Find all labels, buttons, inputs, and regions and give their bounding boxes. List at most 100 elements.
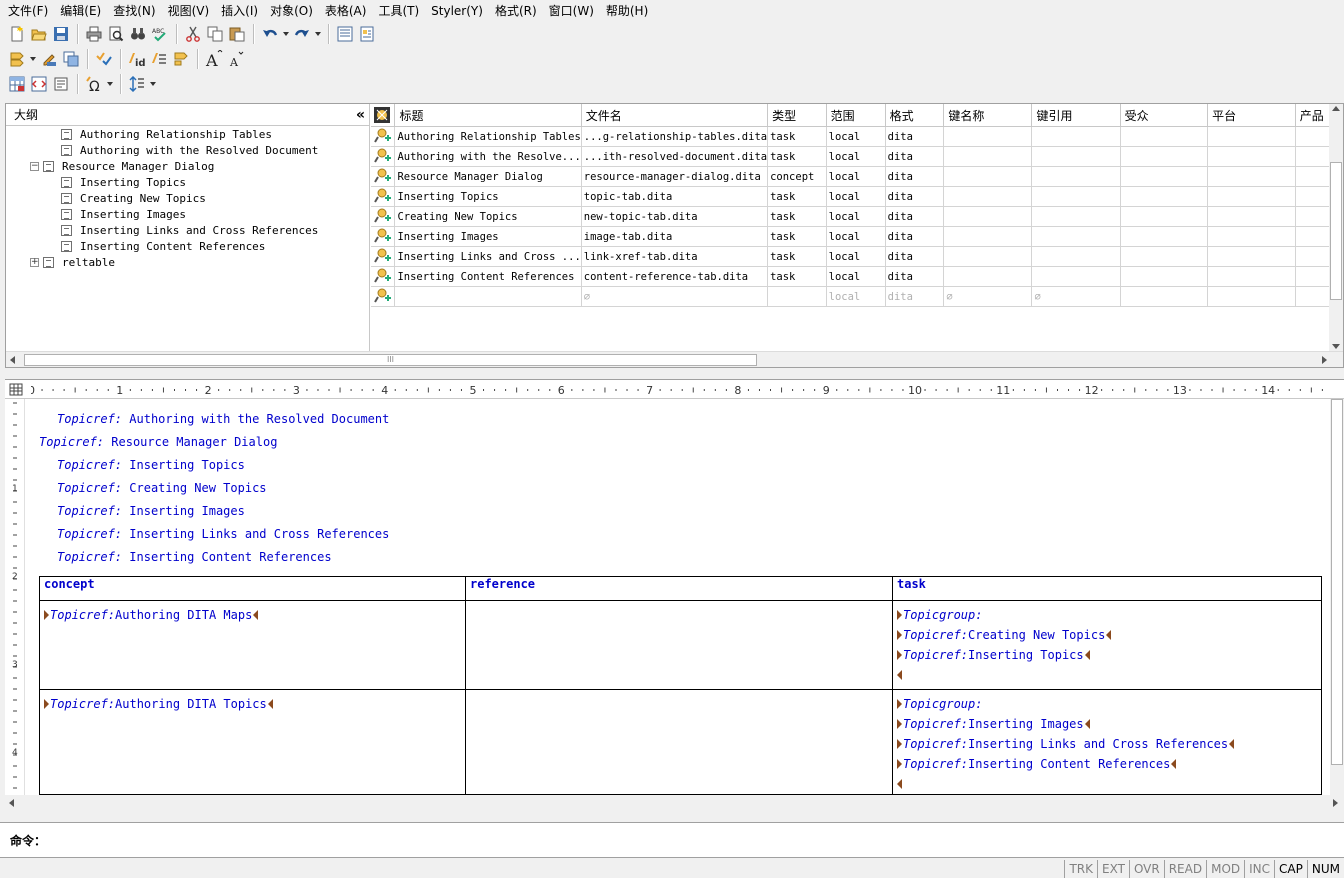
- reltable-entry[interactable]: Topicref: Inserting Images: [897, 714, 1321, 734]
- grid-cell[interactable]: Inserting Images: [394, 226, 582, 247]
- paste-icon[interactable]: [226, 23, 248, 45]
- copy-icon[interactable]: [204, 23, 226, 45]
- menu-object[interactable]: 对象(O): [264, 0, 319, 22]
- grid-cell[interactable]: [1120, 286, 1209, 307]
- grid-column-header[interactable]: 键名称: [943, 104, 1033, 127]
- reltable-entry[interactable]: Topicref: Inserting Links and Cross Refe…: [897, 734, 1321, 754]
- menu-styler[interactable]: Styler(Y): [425, 0, 489, 22]
- attributes-icon[interactable]: [148, 48, 170, 70]
- menu-help[interactable]: 帮助(H): [600, 0, 654, 22]
- grid-cell[interactable]: [1031, 166, 1121, 187]
- insert-topicref-icon[interactable]: [6, 48, 28, 70]
- document-vertical-scrollbar[interactable]: [1330, 399, 1344, 795]
- grid-row[interactable]: Inserting Images image-tab.dita task local d…: [371, 226, 1343, 247]
- insert-topicref-dropdown[interactable]: [28, 48, 38, 70]
- grid-cell[interactable]: dita: [885, 266, 945, 287]
- outline-item[interactable]: − Resource Manager Dialog: [30, 158, 214, 174]
- grid-cell[interactable]: dita: [885, 226, 945, 247]
- menu-edit[interactable]: 编辑(E): [54, 0, 107, 22]
- grid-cell[interactable]: ∅: [943, 286, 1033, 307]
- cut-icon[interactable]: [182, 23, 204, 45]
- grid-cell[interactable]: Resource Manager Dialog: [394, 166, 582, 187]
- grid-cell[interactable]: [1120, 186, 1209, 207]
- grid-cell[interactable]: [1120, 226, 1209, 247]
- topic-search-icon[interactable]: [371, 286, 396, 307]
- command-input[interactable]: [50, 830, 1344, 850]
- reltable-cell-task[interactable]: Topicgroup: Topicref: Inserting Images Top…: [892, 689, 1322, 795]
- grid-cell[interactable]: [943, 266, 1033, 287]
- expand-icon[interactable]: +: [30, 257, 39, 267]
- reltable-cell-task[interactable]: Topicgroup: Topicref: Creating New Topics…: [892, 600, 1322, 690]
- grid-cell[interactable]: [1207, 186, 1296, 207]
- grid-cell[interactable]: [1120, 166, 1209, 187]
- grid-cell[interactable]: Inserting Links and Cross ...: [394, 246, 582, 267]
- grid-cell[interactable]: task: [767, 266, 827, 287]
- menu-window[interactable]: 窗口(W): [543, 0, 600, 22]
- grid-cell[interactable]: topic-tab.dita: [581, 186, 769, 207]
- topicref-line[interactable]: Topicref: Creating New Topics: [57, 481, 267, 495]
- reltable-header-concept[interactable]: concept: [39, 576, 466, 601]
- grid-cell[interactable]: [394, 286, 582, 307]
- grid-cell[interactable]: link-xref-tab.dita: [581, 246, 769, 267]
- topicref-line[interactable]: Topicref: Resource Manager Dialog: [39, 435, 277, 449]
- grid-cell[interactable]: [1207, 166, 1296, 187]
- spell-check-icon[interactable]: ABC: [149, 23, 171, 45]
- reltable-header-reference[interactable]: reference: [465, 576, 893, 601]
- grid-cell[interactable]: [767, 286, 827, 307]
- outline-item[interactable]: Authoring with the Resolved Document: [61, 142, 318, 158]
- insert-xml-icon[interactable]: [28, 73, 50, 95]
- grid-cell[interactable]: local: [826, 246, 886, 267]
- grid-cell[interactable]: [1207, 146, 1296, 167]
- topic-search-icon[interactable]: [371, 206, 396, 227]
- grid-cell[interactable]: [1207, 126, 1296, 147]
- menu-table[interactable]: 表格(A): [319, 0, 373, 22]
- grid-row[interactable]: Authoring Relationship Tables ...g-relati…: [371, 126, 1343, 147]
- grid-cell[interactable]: [1031, 246, 1121, 267]
- redo-icon[interactable]: [291, 23, 313, 45]
- outline-item[interactable]: Inserting Links and Cross References: [61, 222, 318, 238]
- grid-row[interactable]: Authoring with the Resolve... ...ith-reso…: [371, 146, 1343, 167]
- grid-cell[interactable]: task: [767, 126, 827, 147]
- print-icon[interactable]: [83, 23, 105, 45]
- menu-tools[interactable]: 工具(T): [372, 0, 425, 22]
- redo-dropdown[interactable]: [313, 23, 323, 45]
- reltable-entry[interactable]: Topicref: Authoring DITA Topics: [44, 694, 465, 714]
- reltable-cell-concept[interactable]: Topicref: Authoring DITA Topics: [39, 689, 466, 795]
- grid-cell[interactable]: [1031, 146, 1121, 167]
- grid-cell[interactable]: dita: [885, 126, 945, 147]
- grid-cell[interactable]: local: [826, 146, 886, 167]
- grid-cell[interactable]: [1031, 206, 1121, 227]
- scroll-right-arrow[interactable]: [1333, 799, 1338, 807]
- topicref-line[interactable]: Topicref: Inserting Images: [57, 504, 245, 518]
- topic-search-icon[interactable]: [371, 266, 396, 287]
- grid-column-header[interactable]: 文件名: [581, 104, 769, 127]
- grid-cell[interactable]: [943, 246, 1033, 267]
- id-icon[interactable]: id: [126, 48, 148, 70]
- outline-item[interactable]: Inserting Images: [61, 206, 186, 222]
- outline-item[interactable]: Creating New Topics: [61, 190, 206, 206]
- scroll-right-arrow[interactable]: [1322, 356, 1327, 364]
- grid-cell[interactable]: [943, 226, 1033, 247]
- grid-cell[interactable]: [1031, 126, 1121, 147]
- menu-insert[interactable]: 插入(I): [215, 0, 264, 22]
- grid-cell[interactable]: local: [826, 226, 886, 247]
- grid-cell[interactable]: ...g-relationship-tables.dita: [581, 126, 769, 147]
- reltable-cell-concept[interactable]: Topicref: Authoring DITA Maps: [39, 600, 466, 690]
- scroll-down-arrow[interactable]: [1332, 344, 1340, 349]
- menu-file[interactable]: 文件(F): [2, 0, 54, 22]
- scroll-thumb[interactable]: III: [24, 354, 757, 366]
- image-column-header[interactable]: [371, 104, 396, 127]
- collapse-icon[interactable]: −: [30, 161, 39, 171]
- grid-cell[interactable]: [1120, 246, 1209, 267]
- grid-row[interactable]: Creating New Topics new-topic-tab.dita tas…: [371, 206, 1343, 227]
- grid-cell[interactable]: [1207, 266, 1296, 287]
- grid-column-header[interactable]: 平台: [1207, 104, 1296, 127]
- grid-cell[interactable]: [1207, 226, 1296, 247]
- grid-cell[interactable]: Authoring Relationship Tables: [394, 126, 582, 147]
- entity-icon[interactable]: [50, 73, 72, 95]
- sort-icon[interactable]: [126, 73, 148, 95]
- menu-format[interactable]: 格式(R): [489, 0, 543, 22]
- grid-cell[interactable]: new-topic-tab.dita: [581, 206, 769, 227]
- grid-cell[interactable]: [1031, 186, 1121, 207]
- grid-cell[interactable]: ∅: [581, 286, 769, 307]
